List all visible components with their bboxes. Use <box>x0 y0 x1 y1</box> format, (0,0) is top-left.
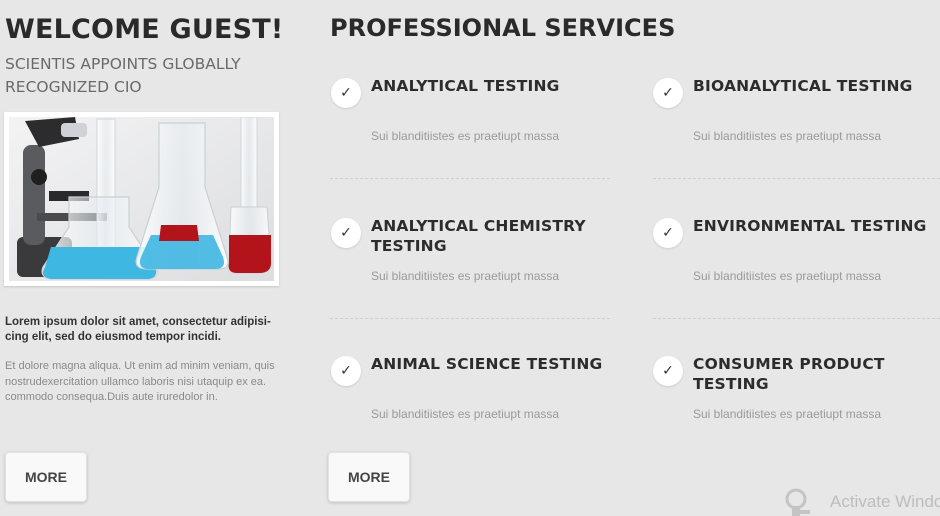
welcome-subtitle: SCIENTIS APPOINTS GLOBALLY RECOGNIZED CI… <box>5 55 241 96</box>
service-description: Sui blanditiistes es praetiupt massa <box>371 129 560 143</box>
welcome-title: WELCOME GUEST! <box>5 14 284 45</box>
divider <box>330 318 610 319</box>
check-icon: ✓ <box>331 218 361 248</box>
service-title[interactable]: ANALYTICAL TESTING <box>371 76 611 96</box>
check-icon: ✓ <box>653 78 683 108</box>
service-title[interactable]: ANALYTICAL CHEMISTRY TESTING <box>371 216 611 256</box>
check-icon: ✓ <box>331 78 361 108</box>
hero-image <box>4 112 279 286</box>
service-title[interactable]: ENVIRONMENTAL TESTING <box>693 216 933 236</box>
intro-body-text: Et dolore magna aliqua. Ut enim ad minim… <box>5 360 275 403</box>
service-description: Sui blanditiistes es praetiupt massa <box>693 129 882 143</box>
activate-windows-watermark: Activate Windows <box>782 488 940 516</box>
intro-bold-text: Lorem ipsum dolor sit amet, consectetur … <box>5 316 271 343</box>
check-icon: ✓ <box>653 218 683 248</box>
service-description: Sui blanditiistes es praetiupt massa <box>693 407 882 421</box>
check-icon: ✓ <box>331 356 361 386</box>
lab-glassware-illustration <box>9 117 274 281</box>
service-description: Sui blanditiistes es praetiupt massa <box>371 269 560 283</box>
service-description: Sui blanditiistes es praetiupt massa <box>371 407 560 421</box>
service-title[interactable]: ANIMAL SCIENCE TESTING <box>371 354 611 374</box>
services-title: PROFESSIONAL SERVICES <box>330 14 676 42</box>
divider <box>330 178 610 179</box>
service-title[interactable]: CONSUMER PRODUCT TESTING <box>693 354 933 394</box>
welcome-more-button[interactable]: MORE <box>5 452 87 502</box>
divider <box>653 178 940 179</box>
service-description: Sui blanditiistes es praetiupt massa <box>693 269 882 283</box>
services-more-button[interactable]: MORE <box>328 452 410 502</box>
check-icon: ✓ <box>653 356 683 386</box>
windows-key-icon <box>785 488 810 516</box>
service-title[interactable]: BIOANALYTICAL TESTING <box>693 76 933 96</box>
watermark-text: Activate Windows <box>830 492 940 511</box>
divider <box>653 318 940 319</box>
